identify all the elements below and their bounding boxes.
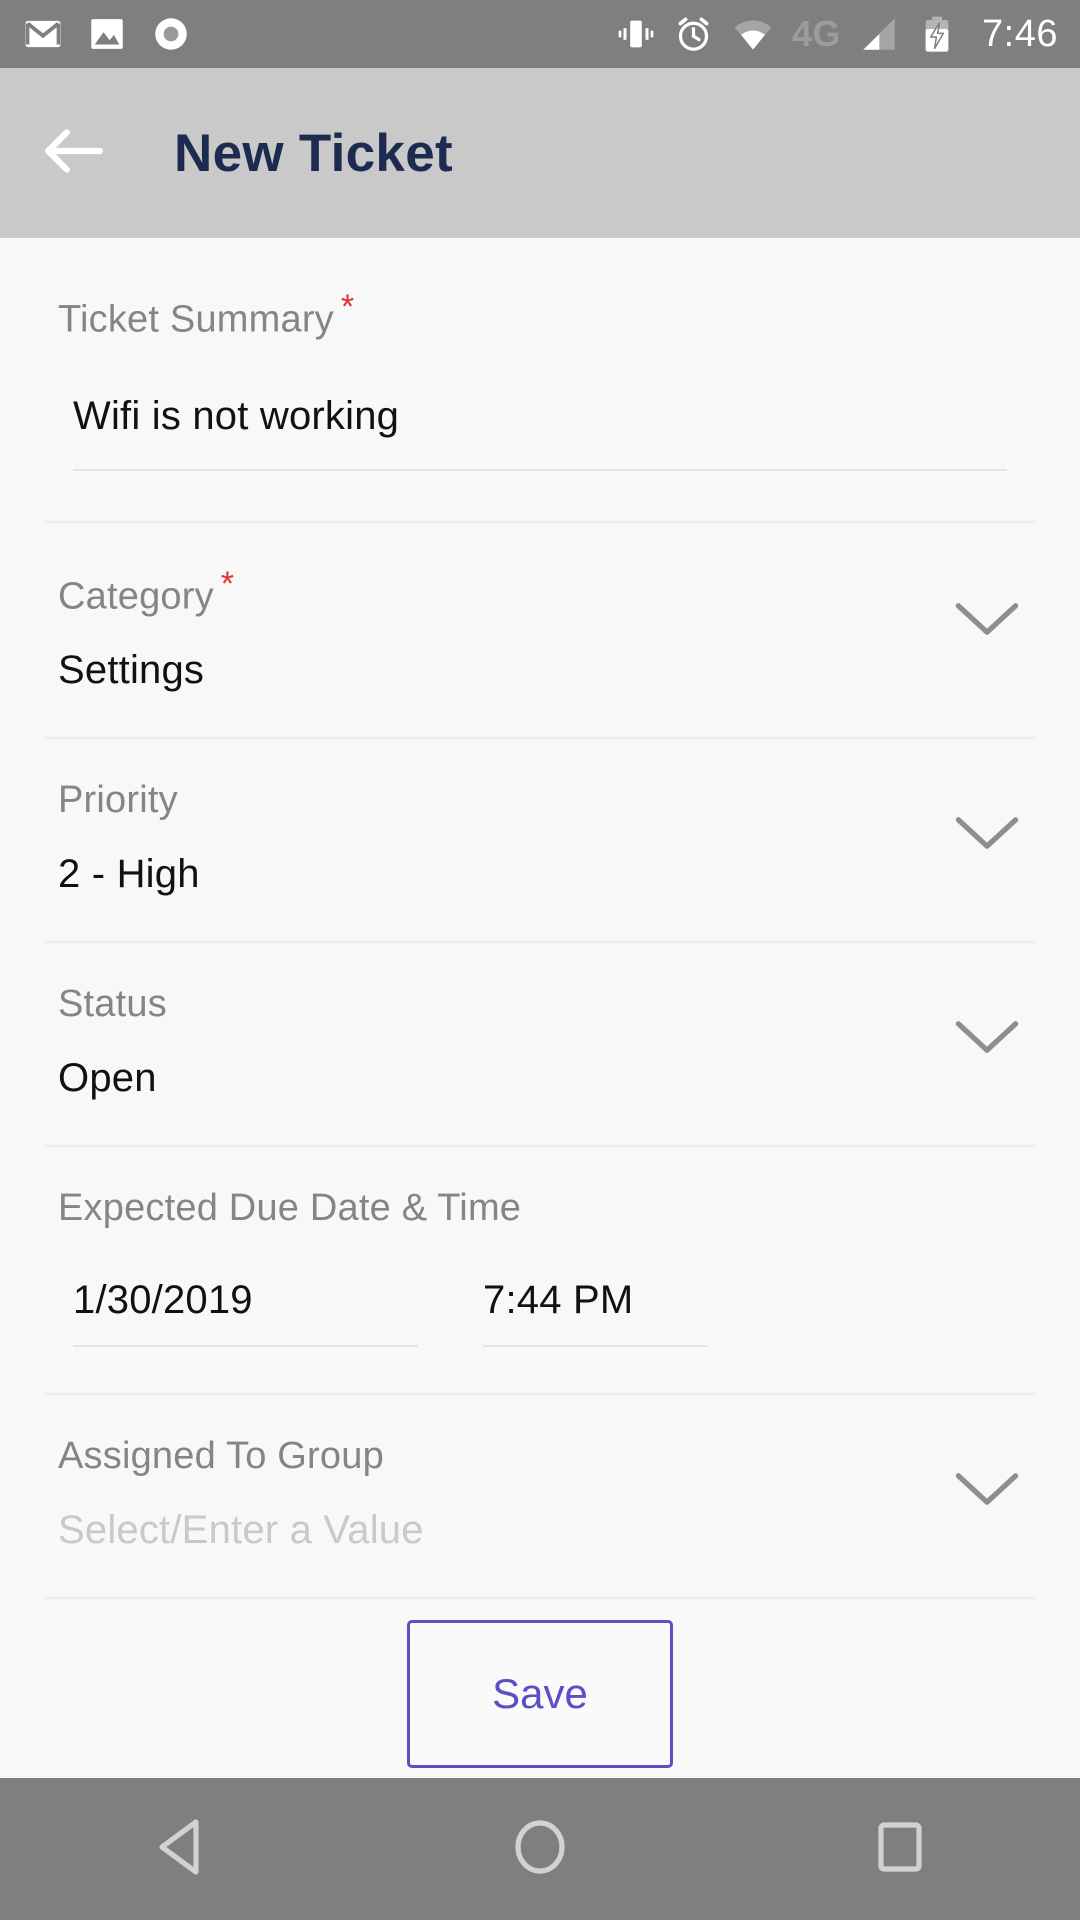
nav-back-triangle-icon: [154, 1818, 206, 1881]
save-button-container: Save: [0, 1620, 1080, 1768]
label-text: Ticket Summary: [58, 298, 334, 341]
date-input-wrap[interactable]: 1/30/2019: [58, 1278, 468, 1348]
app-bar: New Ticket: [0, 68, 1080, 238]
input-due-date[interactable]: 1/30/2019: [58, 1278, 468, 1323]
network-type-label: 4G: [792, 13, 842, 54]
status-bar-system-icons: 4G 7:46: [616, 12, 1058, 56]
field-label-status: Status: [58, 983, 167, 1026]
required-marker: *: [340, 288, 355, 326]
page-title: New Ticket: [174, 123, 453, 183]
back-button[interactable]: [18, 127, 128, 180]
field-expected-due-datetime: Expected Due Date & Time 1/30/2019 7:44 …: [0, 1147, 1080, 1348]
value-status[interactable]: Open: [58, 1056, 1022, 1101]
signal-icon: [858, 13, 900, 55]
nav-recents-square-icon: [876, 1820, 924, 1879]
gmail-icon: [22, 13, 64, 55]
nav-home-circle-icon: [512, 1818, 568, 1881]
field-assigned-to-group[interactable]: Assigned To Group Select/Enter a Value: [0, 1395, 1080, 1553]
android-nav-bar: [0, 1778, 1080, 1920]
photos-icon: [86, 13, 128, 55]
vibrate-icon: [616, 14, 656, 54]
field-separator: [45, 1597, 1035, 1600]
field-label-category: Category *: [58, 565, 1022, 619]
record-icon: [150, 13, 192, 55]
field-category[interactable]: Category * Settings: [0, 523, 1080, 694]
status-bar: 4G 7:46: [0, 0, 1080, 68]
nav-recents-button[interactable]: [815, 1820, 985, 1879]
value-category[interactable]: Settings: [58, 648, 1022, 693]
input-underline: [73, 468, 1007, 471]
field-ticket-summary: Ticket Summary * Wifi is not working: [0, 238, 1080, 471]
nav-home-button[interactable]: [455, 1818, 625, 1881]
chevron-down-icon[interactable]: [954, 599, 1020, 639]
field-label-expected-due-datetime: Expected Due Date & Time: [58, 1187, 522, 1230]
value-priority[interactable]: 2 - High: [58, 852, 1022, 897]
date-input-underline: [73, 1345, 418, 1348]
arrow-back-icon: [42, 127, 104, 180]
field-status[interactable]: Status Open: [0, 943, 1080, 1101]
chevron-down-icon[interactable]: [954, 813, 1020, 853]
save-button[interactable]: Save: [407, 1620, 673, 1768]
field-label-priority: Priority: [58, 779, 178, 822]
alarm-icon: [673, 14, 714, 55]
field-priority[interactable]: Priority 2 - High: [0, 739, 1080, 897]
ticket-form: Ticket Summary * Wifi is not working Cate…: [0, 238, 1080, 1600]
input-due-time[interactable]: 7:44 PM: [468, 1278, 768, 1323]
value-assigned-to-group[interactable]: Select/Enter a Value: [58, 1508, 1022, 1553]
status-bar-clock: 7:46: [982, 12, 1058, 55]
field-label-assigned-to-group: Assigned To Group: [58, 1435, 384, 1478]
input-ticket-summary[interactable]: Wifi is not working: [58, 394, 1022, 439]
phone-screen: 4G 7:46 New Ticket Ticket Summary * Wifi…: [0, 0, 1080, 1920]
status-bar-notification-icons: [22, 13, 192, 55]
time-input-underline: [483, 1345, 708, 1348]
battery-charging-icon: [917, 14, 957, 54]
wifi-icon: [731, 12, 775, 56]
chevron-down-icon[interactable]: [954, 1469, 1020, 1509]
nav-back-button[interactable]: [95, 1818, 265, 1881]
field-label-ticket-summary: Ticket Summary *: [58, 288, 1022, 342]
required-marker: *: [220, 564, 235, 603]
label-text: Category: [58, 575, 214, 618]
chevron-down-icon[interactable]: [954, 1017, 1020, 1057]
time-input-wrap[interactable]: 7:44 PM: [468, 1278, 768, 1348]
